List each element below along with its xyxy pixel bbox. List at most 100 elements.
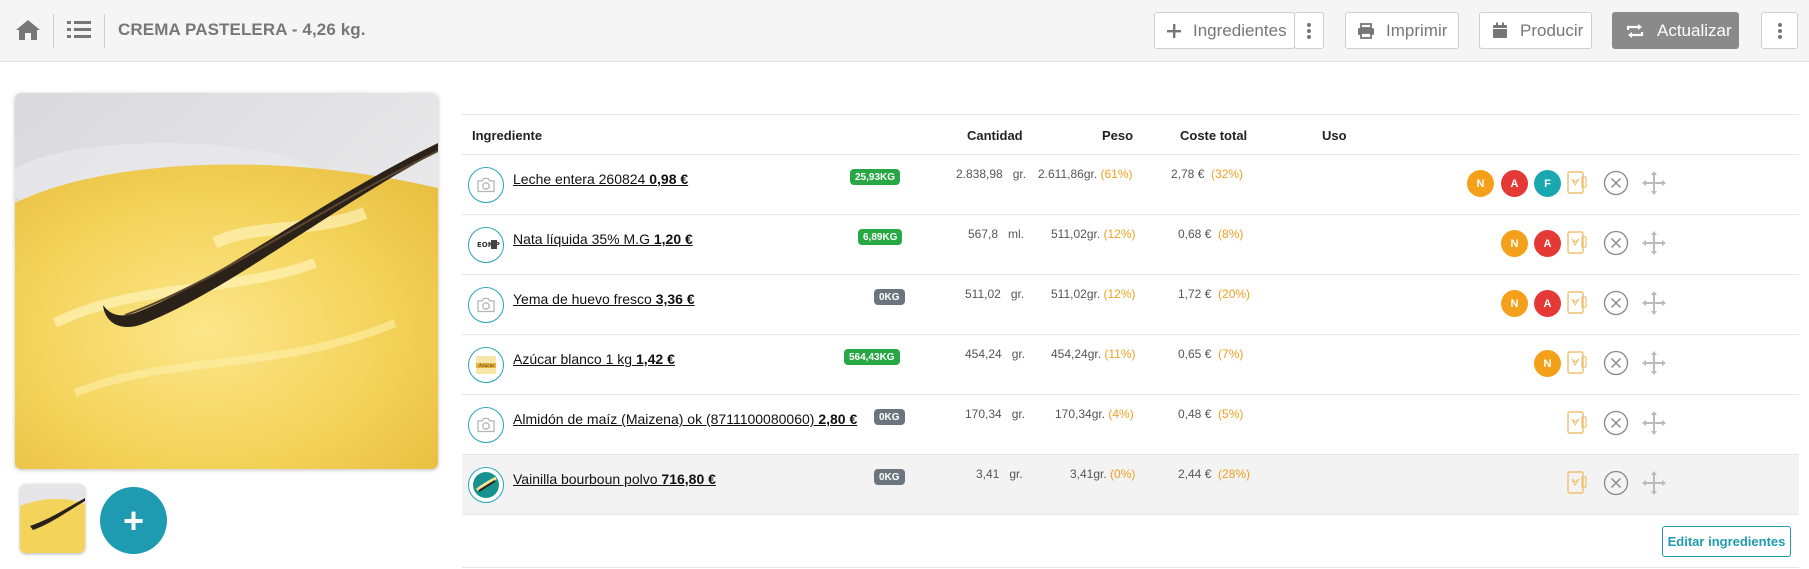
col-uso: Uso	[1322, 128, 1347, 143]
sugar-product-icon[interactable]: Azúcar	[468, 347, 504, 383]
cost-pct: (5%)	[1218, 407, 1244, 421]
cost-pct: (7%)	[1218, 347, 1244, 361]
ingredientes-button[interactable]: Ingredientes	[1154, 12, 1295, 49]
svg-text:Azúcar: Azúcar	[479, 362, 495, 369]
tag-icon[interactable]	[1563, 409, 1591, 437]
imprimir-button[interactable]: Imprimir	[1345, 12, 1459, 49]
camera-icon[interactable]	[468, 407, 504, 443]
weight-pct: (61%)	[1100, 167, 1133, 181]
col-ingrediente: Ingrediente	[472, 128, 543, 143]
allergen-badge-n: N	[1501, 230, 1528, 257]
camera-icon[interactable]	[468, 287, 504, 323]
ingredient-name: Almidón de maíz (Maizena) ok (8711100080…	[513, 411, 815, 427]
tag-icon[interactable]	[1563, 229, 1591, 257]
edit-ingredients-button[interactable]: Editar ingredientes	[1662, 526, 1791, 557]
actualizar-button[interactable]: Actualizar	[1612, 12, 1739, 49]
drag-handle-icon[interactable]	[1640, 289, 1668, 317]
drag-handle-icon[interactable]	[1640, 409, 1668, 437]
ingredient-link[interactable]: Nata líquida 35% M.G 1,20 €	[513, 231, 693, 247]
tag-icon[interactable]	[1563, 169, 1591, 197]
home-icon[interactable]	[11, 13, 45, 47]
weight-value: 170,34gr.	[1055, 407, 1106, 421]
stock-badge: 0KG	[874, 409, 905, 425]
quantity-value: 2.838,98	[956, 167, 1003, 181]
ingredient-price: 716,80 €	[661, 471, 716, 487]
ingredient-link[interactable]: Azúcar blanco 1 kg 1,42 €	[513, 351, 675, 367]
weight-value: 2.611,86gr.	[1038, 167, 1098, 181]
refresh-icon	[1613, 23, 1657, 39]
remove-icon[interactable]	[1602, 409, 1630, 437]
camera-icon[interactable]	[468, 167, 504, 203]
ingredientes-menu-button[interactable]	[1294, 12, 1324, 49]
add-photo-button[interactable]: +	[100, 487, 167, 554]
calendar-icon	[1480, 22, 1520, 39]
stock-badge: 6,89KG	[858, 229, 903, 245]
ingredient-price: 3,36 €	[655, 291, 695, 307]
photo-thumbnail[interactable]	[20, 484, 85, 553]
list-icon[interactable]	[62, 13, 96, 47]
more-vertical-icon	[1777, 22, 1782, 39]
printer-icon	[1346, 22, 1386, 39]
remove-icon[interactable]	[1602, 229, 1630, 257]
ingredient-link[interactable]: Vainilla bourboun polvo 716,80 €	[513, 471, 716, 487]
allergen-badge-n: N	[1534, 350, 1561, 377]
weight-pct: (0%)	[1110, 467, 1136, 481]
weight: 3,41gr. (0%)	[1070, 467, 1135, 481]
stock-badge: 0KG	[874, 289, 905, 305]
remove-icon[interactable]	[1602, 289, 1630, 317]
cost-pct: (8%)	[1218, 227, 1244, 241]
cost-value: 0,65 €	[1178, 347, 1212, 361]
tag-icon[interactable]	[1563, 349, 1591, 377]
vanilla-product-icon[interactable]	[468, 467, 504, 503]
quantity: 567,8 ml.	[968, 227, 1024, 241]
allergen-badge-f: F	[1534, 170, 1561, 197]
ingredient-link[interactable]: Almidón de maíz (Maizena) ok (8711100080…	[513, 411, 857, 427]
drag-handle-icon[interactable]	[1640, 349, 1668, 377]
actualizar-label: Actualizar	[1657, 20, 1732, 40]
weight-value: 511,02gr.	[1051, 227, 1101, 241]
quantity: 511,02 gr.	[965, 287, 1024, 301]
drag-handle-icon[interactable]	[1640, 469, 1668, 497]
allergen-badge-a: A	[1534, 230, 1561, 257]
producir-button[interactable]: Producir	[1479, 12, 1592, 49]
stock-badge: 0KG	[874, 469, 905, 485]
tag-icon[interactable]	[1563, 469, 1591, 497]
ingredient-link[interactable]: Yema de huevo fresco 3,36 €	[513, 291, 695, 307]
more-vertical-icon	[1307, 22, 1311, 39]
quantity-unit: gr.	[1011, 407, 1026, 421]
more-options-button[interactable]	[1761, 12, 1798, 49]
separator	[53, 14, 54, 48]
remove-icon[interactable]	[1602, 169, 1630, 197]
quantity-value: 454,24	[965, 347, 1002, 361]
ingredient-price: 0,98 €	[649, 171, 689, 187]
quantity-value: 170,34	[965, 407, 1002, 421]
page-title: CREMA PASTELERA - 4,26 kg.	[118, 20, 366, 39]
drag-handle-icon[interactable]	[1640, 229, 1668, 257]
table-row: Azúcar Azúcar blanco 1 kg 1,42 € 564,43K…	[462, 335, 1799, 395]
imprimir-label: Imprimir	[1386, 20, 1448, 40]
weight: 2.611,86gr. (61%)	[1038, 167, 1133, 181]
drag-handle-icon[interactable]	[1640, 169, 1668, 197]
ingredient-price: 2,80 €	[818, 411, 858, 427]
remove-icon[interactable]	[1602, 349, 1630, 377]
stock-badge: 25,93KG	[850, 169, 901, 185]
weight: 511,02gr. (12%)	[1051, 227, 1136, 241]
cream-product-icon[interactable]: EOMP	[468, 227, 504, 263]
quantity-unit: gr.	[1012, 167, 1027, 181]
weight: 170,34gr. (4%)	[1055, 407, 1134, 421]
ingredient-name: Vainilla bourboun polvo	[513, 471, 658, 487]
remove-icon[interactable]	[1602, 469, 1630, 497]
cost: 2,78 € (32%)	[1171, 167, 1243, 181]
tag-icon[interactable]	[1563, 289, 1591, 317]
cost: 0,68 € (8%)	[1178, 227, 1243, 241]
cost-value: 2,78 €	[1171, 167, 1205, 181]
cost: 0,65 € (7%)	[1178, 347, 1243, 361]
quantity: 2.838,98 gr.	[956, 167, 1026, 181]
weight-value: 454,24gr.	[1051, 347, 1102, 361]
quantity: 454,24 gr.	[965, 347, 1025, 361]
ingredient-price: 1,20 €	[653, 231, 693, 247]
ingredient-link[interactable]: Leche entera 260824 0,98 €	[513, 171, 688, 187]
cost-pct: (20%)	[1218, 287, 1251, 301]
ingredient-name: Nata líquida 35% M.G	[513, 231, 650, 247]
weight-pct: (12%)	[1103, 287, 1136, 301]
